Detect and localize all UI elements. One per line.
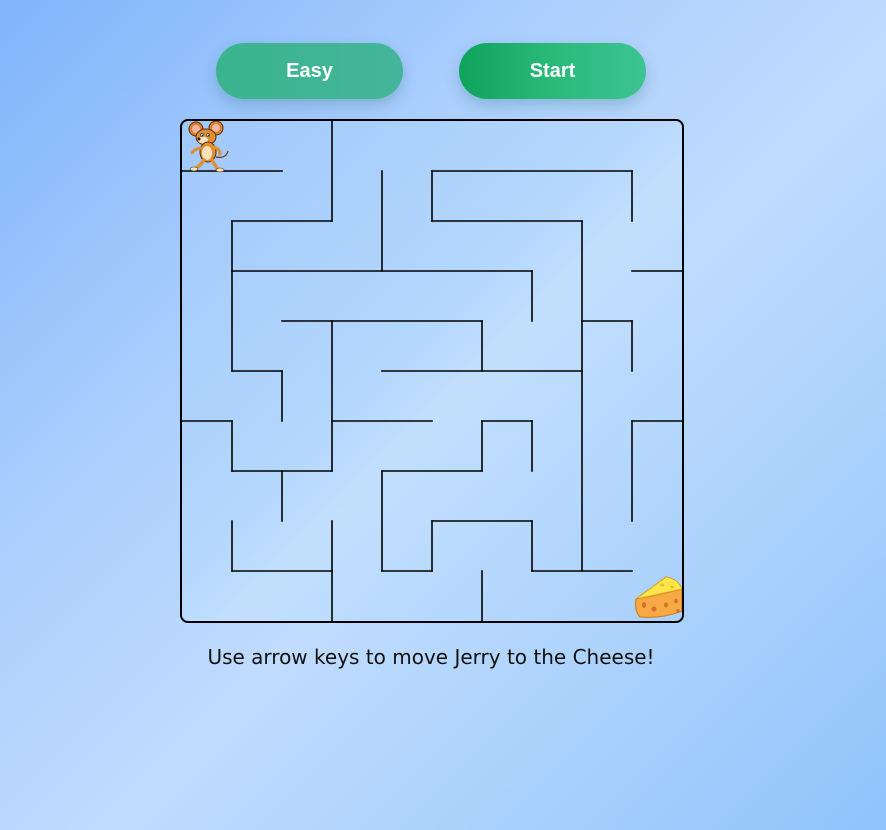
maze-walls bbox=[182, 121, 682, 621]
start-button[interactable]: Start bbox=[459, 43, 646, 99]
cheese-icon bbox=[635, 576, 682, 618]
instructions-text: Use arrow keys to move Jerry to the Chee… bbox=[207, 645, 655, 669]
jerry-mouse-icon bbox=[188, 121, 229, 173]
difficulty-button[interactable]: Easy bbox=[216, 43, 403, 99]
maze-board bbox=[180, 119, 684, 623]
